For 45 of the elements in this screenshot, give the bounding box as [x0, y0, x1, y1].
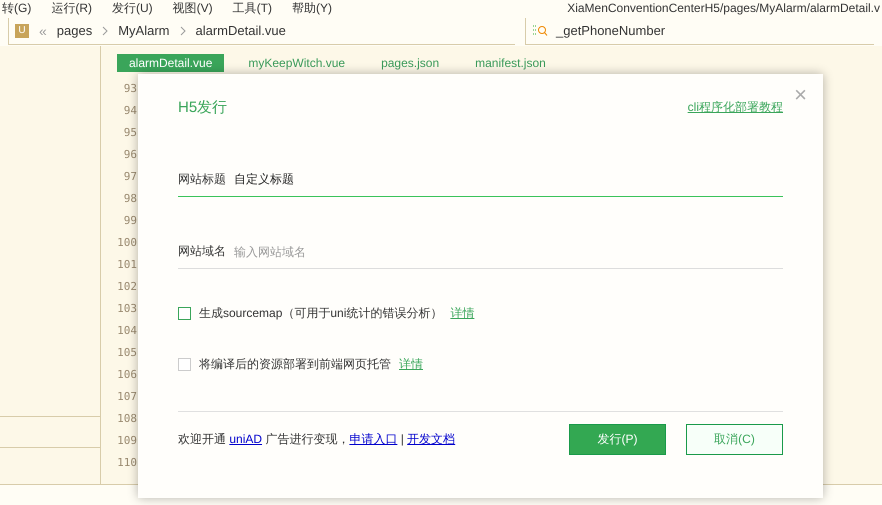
field-label: 网站标题	[178, 163, 234, 197]
line-number: 93	[124, 81, 137, 97]
option-label: 生成sourcemap（可用于uni统计的错误分析）	[199, 305, 442, 322]
line-number: 109	[117, 433, 137, 449]
menu-item[interactable]: 发行(U)	[112, 0, 153, 16]
line-number: 94	[124, 103, 137, 119]
line-number: 102	[117, 279, 137, 295]
breadcrumb-item[interactable]: pages	[56, 23, 92, 38]
menu-item[interactable]: 运行(R)	[51, 0, 92, 16]
promo-text: 欢迎开通 uniAD 广告进行变现，申请入口 | 开发文档	[178, 431, 456, 448]
line-number: 96	[124, 147, 137, 163]
promo-link[interactable]: 申请入口	[349, 432, 398, 446]
line-number: 106	[117, 367, 137, 383]
line-number: 110	[117, 455, 137, 471]
checkbox[interactable]	[178, 307, 191, 320]
line-number: 99	[124, 213, 137, 229]
line-number: 97	[124, 169, 137, 185]
menu-item[interactable]: 转(G)	[2, 0, 32, 16]
text-input[interactable]: 自定义标题	[234, 163, 783, 197]
line-number: 98	[124, 191, 137, 207]
line-number: 104	[117, 323, 137, 339]
chevron-icon	[102, 26, 108, 36]
breadcrumb-item[interactable]: MyAlarm	[118, 23, 170, 38]
field-label: 网站域名	[178, 235, 234, 269]
window-title: XiaMenConventionCenterH5/pages/MyAlarm/alarmDetail.v	[567, 0, 881, 16]
line-number: 95	[124, 125, 137, 141]
menu-item[interactable]: 帮助(Y)	[292, 0, 332, 16]
dialog-title: H5发行	[178, 98, 228, 117]
search-icon	[532, 24, 548, 38]
file-type-icon: U	[15, 24, 29, 38]
line-number: 108	[117, 411, 137, 427]
text-input[interactable]: 输入网站域名	[234, 235, 783, 269]
option-label: 将编译后的资源部署到前端网页托管	[199, 356, 391, 373]
line-number: 105	[117, 345, 137, 361]
promo-link[interactable]: 开发文档	[407, 432, 456, 446]
line-number: 101	[117, 257, 137, 273]
line-number: 100	[117, 235, 137, 251]
breadcrumb-item[interactable]: alarmDetail.vue	[196, 23, 286, 38]
menu-item[interactable]: 工具(T)	[232, 0, 272, 16]
chevron-icon	[180, 26, 186, 36]
promo-link[interactable]: uniAD	[229, 432, 262, 446]
line-number: 103	[117, 301, 137, 317]
menu-item[interactable]: 视图(V)	[172, 0, 213, 16]
line-number: 107	[117, 389, 137, 405]
symbol-search-field[interactable]: _getPhoneNumber	[525, 18, 874, 44]
